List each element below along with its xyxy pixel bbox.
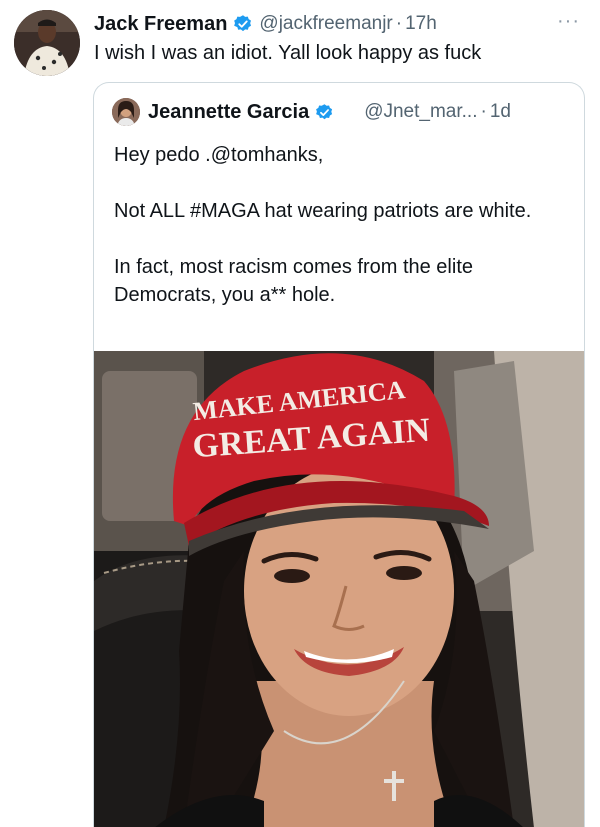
author-handle[interactable]: @jackfreemanjr xyxy=(259,13,392,35)
quoted-paragraph-1: Hey pedo .@tomhanks, xyxy=(114,144,324,166)
quoted-author-avatar-image xyxy=(112,98,140,126)
selfie-photo: MAKE AMERICA GREAT AGAIN xyxy=(94,351,584,827)
quoted-author-handle[interactable]: @Jnet_mar... xyxy=(364,101,477,123)
quoted-author-avatar[interactable] xyxy=(112,98,140,126)
verified-badge-icon xyxy=(234,15,252,32)
timestamp[interactable]: 17h xyxy=(405,13,437,35)
quoted-tweet-text: Hey pedo .@tomhanks, Not ALL #MAGA hat w… xyxy=(114,141,568,309)
quoted-tweet-photo[interactable]: MAKE AMERICA GREAT AGAIN xyxy=(94,351,584,827)
tweet-text: I wish I was an idiot. Yall look happy a… xyxy=(94,42,482,64)
author-avatar[interactable] xyxy=(14,10,80,76)
quoted-verified-badge-icon xyxy=(316,103,333,119)
quoted-timestamp[interactable]: 1d xyxy=(490,101,511,123)
quoted-tweet-header: Jeannette Garcia @Jnet_mar... · 1d xyxy=(112,97,570,127)
author-name[interactable]: Jack Freeman xyxy=(94,13,227,36)
crescent-moon-icon xyxy=(345,105,353,119)
tweet-card[interactable]: Jack Freeman @jackfreemanjr · 17h ··· I … xyxy=(0,0,600,827)
quoted-separator-dot: · xyxy=(480,101,487,122)
author-avatar-image xyxy=(14,10,80,76)
more-options-icon[interactable]: ··· xyxy=(557,10,580,33)
quoted-paragraph-3: In fact, most racism comes from the elit… xyxy=(114,256,473,306)
quoted-author-name[interactable]: Jeannette Garcia xyxy=(148,101,309,124)
quoted-tweet[interactable]: Jeannette Garcia @Jnet_mar... · 1d Hey p… xyxy=(93,82,585,827)
separator-dot: · xyxy=(395,13,403,34)
quoted-paragraph-2: Not ALL #MAGA hat wearing patriots are w… xyxy=(114,200,532,222)
tweet-header: Jack Freeman @jackfreemanjr · 17h ··· xyxy=(94,10,580,38)
